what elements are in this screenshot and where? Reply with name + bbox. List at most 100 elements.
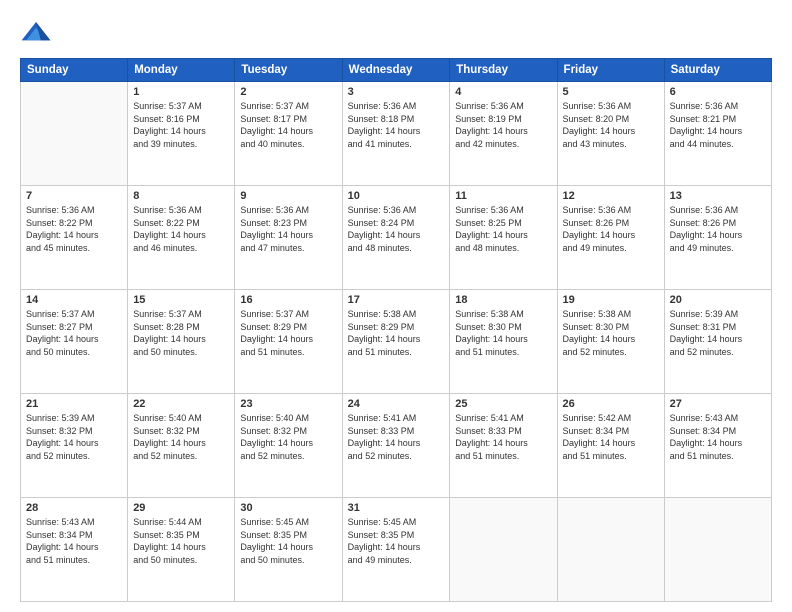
day-info: Sunrise: 5:45 AM Sunset: 8:35 PM Dayligh…	[348, 516, 445, 566]
calendar-cell: 24 Sunrise: 5:41 AM Sunset: 8:33 PM Dayli…	[342, 394, 450, 498]
calendar-week-row: 7 Sunrise: 5:36 AM Sunset: 8:22 PM Daylig…	[21, 186, 772, 290]
day-number: 15	[133, 294, 229, 306]
weekday-header: Wednesday	[342, 59, 450, 82]
day-number: 4	[455, 86, 551, 98]
day-number: 17	[348, 294, 445, 306]
day-number: 20	[670, 294, 766, 306]
day-info: Sunrise: 5:38 AM Sunset: 8:30 PM Dayligh…	[563, 308, 659, 358]
day-number: 24	[348, 398, 445, 410]
calendar-cell: 3 Sunrise: 5:36 AM Sunset: 8:18 PM Daylig…	[342, 82, 450, 186]
day-number: 14	[26, 294, 122, 306]
day-number: 3	[348, 86, 445, 98]
day-info: Sunrise: 5:38 AM Sunset: 8:29 PM Dayligh…	[348, 308, 445, 358]
calendar-cell: 13Sunrise: 5:36 AM Sunset: 8:26 PM Dayli…	[664, 186, 771, 290]
day-info: Sunrise: 5:36 AM Sunset: 8:22 PM Dayligh…	[133, 204, 229, 254]
day-number: 23	[240, 398, 336, 410]
calendar-cell: 16Sunrise: 5:37 AM Sunset: 8:29 PM Dayli…	[235, 290, 342, 394]
calendar-week-row: 1 Sunrise: 5:37 AM Sunset: 8:16 PM Daylig…	[21, 82, 772, 186]
calendar: SundayMondayTuesdayWednesdayThursdayFrid…	[20, 58, 772, 602]
day-number: 5	[563, 86, 659, 98]
day-info: Sunrise: 5:41 AM Sunset: 8:33 PM Dayligh…	[348, 412, 445, 462]
day-number: 27	[670, 398, 766, 410]
calendar-cell: 1 Sunrise: 5:37 AM Sunset: 8:16 PM Daylig…	[128, 82, 235, 186]
day-number: 16	[240, 294, 336, 306]
day-number: 26	[563, 398, 659, 410]
page: SundayMondayTuesdayWednesdayThursdayFrid…	[0, 0, 792, 612]
calendar-cell: 10 Sunrise: 5:36 AM Sunset: 8:24 PM Dayli…	[342, 186, 450, 290]
day-info: Sunrise: 5:42 AM Sunset: 8:34 PM Dayligh…	[563, 412, 659, 462]
day-info: Sunrise: 5:45 AM Sunset: 8:35 PM Dayligh…	[240, 516, 336, 566]
day-info: Sunrise: 5:37 AM Sunset: 8:17 PM Dayligh…	[240, 100, 336, 150]
calendar-cell: 15Sunrise: 5:37 AM Sunset: 8:28 PM Dayli…	[128, 290, 235, 394]
day-info: Sunrise: 5:37 AM Sunset: 8:27 PM Dayligh…	[26, 308, 122, 358]
calendar-cell: 12 Sunrise: 5:36 AM Sunset: 8:26 PM Dayli…	[557, 186, 664, 290]
calendar-cell: 2 Sunrise: 5:37 AM Sunset: 8:17 PM Daylig…	[235, 82, 342, 186]
day-number: 12	[563, 190, 659, 202]
day-number: 9	[240, 190, 336, 202]
day-info: Sunrise: 5:36 AM Sunset: 8:20 PM Dayligh…	[563, 100, 659, 150]
day-info: Sunrise: 5:43 AM Sunset: 8:34 PM Dayligh…	[26, 516, 122, 566]
calendar-cell	[21, 82, 128, 186]
calendar-cell: 31 Sunrise: 5:45 AM Sunset: 8:35 PM Dayli…	[342, 498, 450, 602]
logo	[20, 18, 56, 50]
day-number: 7	[26, 190, 122, 202]
day-number: 2	[240, 86, 336, 98]
day-info: Sunrise: 5:36 AM Sunset: 8:19 PM Dayligh…	[455, 100, 551, 150]
calendar-cell: 29 Sunrise: 5:44 AM Sunset: 8:35 PM Dayli…	[128, 498, 235, 602]
day-number: 22	[133, 398, 229, 410]
day-info: Sunrise: 5:39 AM Sunset: 8:32 PM Dayligh…	[26, 412, 122, 462]
day-info: Sunrise: 5:44 AM Sunset: 8:35 PM Dayligh…	[133, 516, 229, 566]
calendar-cell: 22 Sunrise: 5:40 AM Sunset: 8:32 PM Dayli…	[128, 394, 235, 498]
weekday-header: Saturday	[664, 59, 771, 82]
weekday-header: Thursday	[450, 59, 557, 82]
header	[20, 18, 772, 50]
day-info: Sunrise: 5:43 AM Sunset: 8:34 PM Dayligh…	[670, 412, 766, 462]
day-info: Sunrise: 5:36 AM Sunset: 8:21 PM Dayligh…	[670, 100, 766, 150]
calendar-cell	[664, 498, 771, 602]
calendar-week-row: 14 Sunrise: 5:37 AM Sunset: 8:27 PM Dayli…	[21, 290, 772, 394]
calendar-cell: 5 Sunrise: 5:36 AM Sunset: 8:20 PM Daylig…	[557, 82, 664, 186]
day-number: 18	[455, 294, 551, 306]
day-number: 29	[133, 502, 229, 514]
calendar-cell	[450, 498, 557, 602]
day-number: 6	[670, 86, 766, 98]
calendar-cell: 14 Sunrise: 5:37 AM Sunset: 8:27 PM Dayli…	[21, 290, 128, 394]
calendar-cell: 8 Sunrise: 5:36 AM Sunset: 8:22 PM Daylig…	[128, 186, 235, 290]
calendar-cell	[557, 498, 664, 602]
day-info: Sunrise: 5:36 AM Sunset: 8:22 PM Dayligh…	[26, 204, 122, 254]
day-number: 11	[455, 190, 551, 202]
calendar-week-row: 28 Sunrise: 5:43 AM Sunset: 8:34 PM Dayli…	[21, 498, 772, 602]
day-info: Sunrise: 5:36 AM Sunset: 8:18 PM Dayligh…	[348, 100, 445, 150]
weekday-header: Monday	[128, 59, 235, 82]
calendar-cell: 17 Sunrise: 5:38 AM Sunset: 8:29 PM Dayli…	[342, 290, 450, 394]
day-number: 1	[133, 86, 229, 98]
day-info: Sunrise: 5:41 AM Sunset: 8:33 PM Dayligh…	[455, 412, 551, 462]
day-number: 28	[26, 502, 122, 514]
day-info: Sunrise: 5:36 AM Sunset: 8:26 PM Dayligh…	[670, 204, 766, 254]
calendar-cell: 28 Sunrise: 5:43 AM Sunset: 8:34 PM Dayli…	[21, 498, 128, 602]
day-info: Sunrise: 5:36 AM Sunset: 8:25 PM Dayligh…	[455, 204, 551, 254]
calendar-header-row: SundayMondayTuesdayWednesdayThursdayFrid…	[21, 59, 772, 82]
weekday-header: Sunday	[21, 59, 128, 82]
day-info: Sunrise: 5:40 AM Sunset: 8:32 PM Dayligh…	[240, 412, 336, 462]
calendar-cell: 26 Sunrise: 5:42 AM Sunset: 8:34 PM Dayli…	[557, 394, 664, 498]
day-number: 31	[348, 502, 445, 514]
day-info: Sunrise: 5:39 AM Sunset: 8:31 PM Dayligh…	[670, 308, 766, 358]
day-number: 30	[240, 502, 336, 514]
calendar-cell: 19 Sunrise: 5:38 AM Sunset: 8:30 PM Dayli…	[557, 290, 664, 394]
day-number: 10	[348, 190, 445, 202]
calendar-cell: 6 Sunrise: 5:36 AM Sunset: 8:21 PM Daylig…	[664, 82, 771, 186]
weekday-header: Friday	[557, 59, 664, 82]
calendar-cell: 23 Sunrise: 5:40 AM Sunset: 8:32 PM Dayli…	[235, 394, 342, 498]
calendar-cell: 18 Sunrise: 5:38 AM Sunset: 8:30 PM Dayli…	[450, 290, 557, 394]
day-info: Sunrise: 5:40 AM Sunset: 8:32 PM Dayligh…	[133, 412, 229, 462]
day-info: Sunrise: 5:38 AM Sunset: 8:30 PM Dayligh…	[455, 308, 551, 358]
day-number: 19	[563, 294, 659, 306]
day-info: Sunrise: 5:36 AM Sunset: 8:24 PM Dayligh…	[348, 204, 445, 254]
calendar-cell: 9Sunrise: 5:36 AM Sunset: 8:23 PM Daylig…	[235, 186, 342, 290]
day-info: Sunrise: 5:37 AM Sunset: 8:16 PM Dayligh…	[133, 100, 229, 150]
day-number: 8	[133, 190, 229, 202]
weekday-header: Tuesday	[235, 59, 342, 82]
calendar-cell: 25Sunrise: 5:41 AM Sunset: 8:33 PM Dayli…	[450, 394, 557, 498]
day-info: Sunrise: 5:36 AM Sunset: 8:26 PM Dayligh…	[563, 204, 659, 254]
